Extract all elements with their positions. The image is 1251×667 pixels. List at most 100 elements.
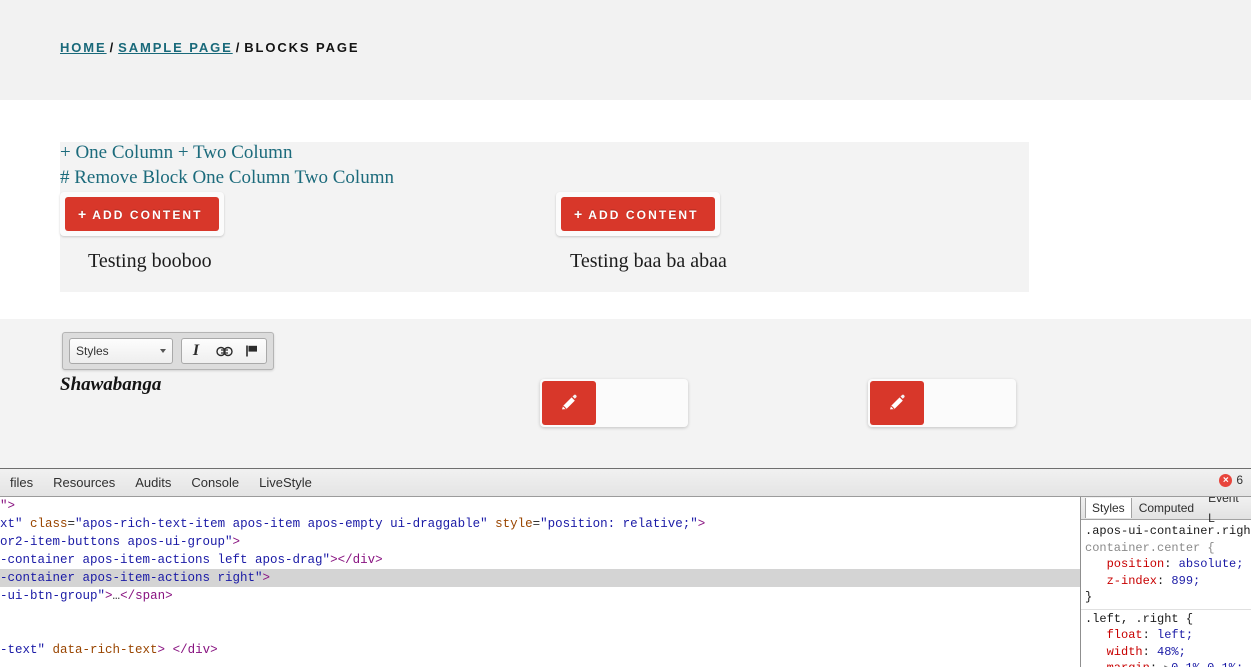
link-icon[interactable] xyxy=(210,339,238,363)
code-token: xt" xyxy=(0,517,30,531)
code-token: > xyxy=(263,571,271,585)
code-token: </span> xyxy=(120,589,173,603)
error-icon: × xyxy=(1219,474,1232,487)
chevron-down-icon xyxy=(160,349,166,353)
breadcrumb-home[interactable]: HOME xyxy=(60,40,107,55)
column-left-text[interactable]: Testing booboo xyxy=(88,250,212,273)
pencil-icon xyxy=(559,393,579,413)
dom-node[interactable]: -ui-btn-group">…</span> xyxy=(0,587,1080,605)
css-property: float xyxy=(1085,628,1143,642)
edit-pencil-button-right[interactable] xyxy=(870,381,924,425)
add-content-wrapper-left: +ADD CONTENT xyxy=(60,192,224,236)
css-rule-close: } xyxy=(1085,589,1251,606)
css-property: position xyxy=(1085,557,1164,571)
styles-sidebar-tabbar: StylesComputedEvent L xyxy=(1081,497,1251,520)
dom-node[interactable]: -container apos-item-actions left apos-d… xyxy=(0,551,1080,569)
code-token: = xyxy=(68,517,76,531)
code-token: -container apos-item-actions right" xyxy=(0,571,263,585)
css-rule[interactable]: .apos-ui-container.right container.center… xyxy=(1081,522,1251,610)
css-colon: : xyxy=(1143,645,1157,659)
css-colon: : xyxy=(1164,557,1178,571)
css-colon: : xyxy=(1157,574,1171,588)
styles-tab-styles[interactable]: Styles xyxy=(1085,498,1132,518)
flag-icon[interactable] xyxy=(238,339,266,363)
code-token: class xyxy=(30,517,68,531)
code-token: style xyxy=(495,517,533,531)
pencil-icon xyxy=(887,393,907,413)
italic-icon[interactable]: I xyxy=(182,339,210,363)
page-root: HOME/SAMPLE PAGE/BLOCKS PAGE + One Colum… xyxy=(0,0,1251,666)
devtools-tab-resources[interactable]: Resources xyxy=(43,469,125,496)
devtools-error-count[interactable]: ×6 xyxy=(1219,473,1243,487)
rich-text-toolbar: Styles I xyxy=(62,332,274,370)
code-token: "> xyxy=(0,499,15,513)
devtools-tab-console[interactable]: Console xyxy=(181,469,249,496)
dom-node[interactable] xyxy=(0,623,1080,641)
rich-text-content[interactable]: Shawabanga xyxy=(60,374,161,396)
add-content-wrapper-right: + ADD CONTENT xyxy=(556,192,720,236)
css-selector-continued: container.center { xyxy=(1085,540,1251,557)
code-token xyxy=(0,625,8,639)
css-value: left; xyxy=(1157,628,1193,642)
code-token: -text" xyxy=(0,643,53,657)
plus-icon: + xyxy=(574,206,582,222)
code-token: > xyxy=(158,643,166,657)
code-token: > xyxy=(105,589,113,603)
add-content-label-left: ADD CONTENT xyxy=(92,208,202,222)
block-controls-line-2[interactable]: # Remove Block One Column Two Column xyxy=(60,165,394,190)
dom-node[interactable]: or2-item-buttons apos-ui-group"> xyxy=(0,533,1080,551)
css-value: 899; xyxy=(1171,574,1200,588)
devtools-tab-audits[interactable]: Audits xyxy=(125,469,181,496)
css-selector-main: .left, .right { xyxy=(1085,612,1193,626)
devtools-body: "> xt" class="apos-rich-text-item apos-it… xyxy=(0,497,1251,667)
code-token: … xyxy=(113,589,121,603)
css-selector-main: .apos-ui-container.right xyxy=(1085,524,1251,538)
devtools-styles-sidebar: StylesComputedEvent L .apos-ui-container… xyxy=(1081,497,1251,667)
code-token: "apos-rich-text-item apos-item apos-empt… xyxy=(75,517,488,531)
two-column-block: + One Column + Two Column # Remove Block… xyxy=(60,142,1029,292)
code-token: > xyxy=(233,535,241,549)
code-token: data-rich-text xyxy=(53,643,158,657)
devtools-tab-files[interactable]: files xyxy=(0,469,43,496)
css-declaration[interactable]: position: absolute; xyxy=(1085,556,1251,573)
breadcrumb-sample-page[interactable]: SAMPLE PAGE xyxy=(118,40,233,55)
dom-node-selected[interactable]: -container apos-item-actions right"> xyxy=(0,569,1080,587)
code-token: </div> xyxy=(173,643,218,657)
edit-panel-right xyxy=(868,379,1016,427)
css-rule[interactable]: .left, .right { float: left; width: 48%;… xyxy=(1081,610,1251,667)
css-value: 48%; xyxy=(1157,645,1186,659)
add-content-label-right: ADD CONTENT xyxy=(588,208,698,222)
dom-node[interactable]: xt" class="apos-rich-text-item apos-item… xyxy=(0,515,1080,533)
column-right-text[interactable]: Testing baa ba abaa xyxy=(570,250,727,273)
css-property: width xyxy=(1085,645,1143,659)
edit-pencil-button-left[interactable] xyxy=(542,381,596,425)
block-controls-line-1[interactable]: + One Column + Two Column xyxy=(60,140,394,165)
code-token: -container apos-item-actions left apos-d… xyxy=(0,553,330,567)
devtools-tab-livestyle[interactable]: LiveStyle xyxy=(249,469,322,496)
dom-node[interactable]: -text" data-rich-text> </div> xyxy=(0,641,1080,659)
add-content-button-left[interactable]: +ADD CONTENT xyxy=(65,197,219,231)
code-token xyxy=(488,517,496,531)
site-header: HOME/SAMPLE PAGE/BLOCKS PAGE xyxy=(0,0,1251,100)
dom-node[interactable] xyxy=(0,605,1080,623)
code-token xyxy=(165,643,173,657)
styles-tab-computed[interactable]: Computed xyxy=(1132,498,1201,518)
code-token: </div> xyxy=(338,553,383,567)
styles-dropdown-label: Styles xyxy=(76,344,109,358)
code-token: -ui-btn-group" xyxy=(0,589,105,603)
breadcrumb: HOME/SAMPLE PAGE/BLOCKS PAGE xyxy=(60,40,359,55)
rich-text-editor-band: Styles I xyxy=(0,319,1251,468)
dom-node[interactable]: "> xyxy=(0,497,1080,515)
devtools-elements-tree[interactable]: "> xt" class="apos-rich-text-item apos-it… xyxy=(0,497,1080,667)
edit-panel-left xyxy=(540,379,688,427)
css-declaration[interactable]: width: 48%; xyxy=(1085,644,1251,661)
css-colon: : xyxy=(1150,661,1164,667)
add-content-button-right[interactable]: + ADD CONTENT xyxy=(561,197,715,231)
css-declaration[interactable]: z-index: 899; xyxy=(1085,573,1251,590)
breadcrumb-separator-1: / xyxy=(110,40,116,55)
breadcrumb-separator-2: / xyxy=(236,40,242,55)
css-declaration[interactable]: float: left; xyxy=(1085,627,1251,644)
code-token: or2-item-buttons apos-ui-group" xyxy=(0,535,233,549)
css-selector: .left, .right { xyxy=(1085,611,1251,628)
styles-dropdown[interactable]: Styles xyxy=(69,338,173,364)
